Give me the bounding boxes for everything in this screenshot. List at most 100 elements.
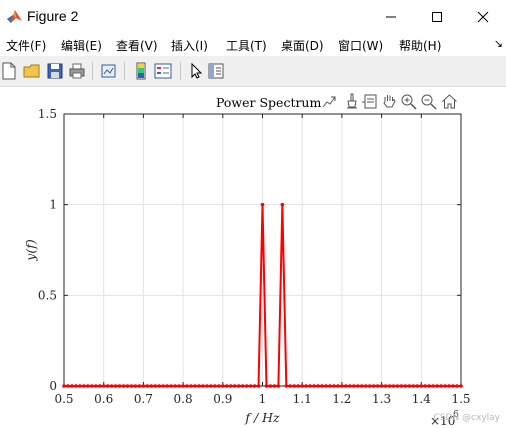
data-point <box>427 384 432 388</box>
data-point <box>129 384 134 388</box>
minimize-icon <box>386 16 396 17</box>
data-point <box>66 384 70 388</box>
print-icon[interactable] <box>68 62 86 80</box>
data-point <box>383 384 388 388</box>
colorbar-icon[interactable] <box>132 62 150 80</box>
data-point <box>133 384 138 388</box>
data-point <box>280 202 285 207</box>
save-icon[interactable] <box>46 62 64 80</box>
data-point <box>320 384 324 388</box>
x-tick-label: 1 <box>259 392 267 406</box>
menu-insert[interactable]: 插入(I) <box>171 37 208 54</box>
data-point <box>332 384 336 388</box>
matlab-logo-icon <box>7 10 22 23</box>
close-button[interactable] <box>460 0 506 33</box>
data-point <box>173 384 177 388</box>
data-point <box>205 384 209 388</box>
data-point <box>121 384 126 388</box>
data-point <box>145 384 150 388</box>
data-point <box>252 384 257 388</box>
data-point <box>74 384 78 388</box>
data-point <box>244 384 249 388</box>
data-point <box>407 384 412 388</box>
data-point <box>224 384 229 388</box>
data-point <box>62 384 66 388</box>
pointer-icon[interactable] <box>187 62 205 80</box>
minimize-button[interactable] <box>368 0 414 33</box>
new-figure-icon[interactable] <box>0 62 18 80</box>
data-point <box>93 384 98 388</box>
data-point <box>117 384 122 388</box>
data-point <box>455 384 459 388</box>
data-point <box>423 384 428 388</box>
data-point <box>348 384 352 388</box>
data-point <box>276 384 281 388</box>
data-point <box>165 384 170 388</box>
data-point <box>268 384 273 388</box>
menu-tools[interactable]: 工具(T) <box>226 37 267 54</box>
data-point <box>149 384 154 388</box>
menu-help[interactable]: 帮助(H) <box>399 37 441 54</box>
menu-bar: 文件(F) 编辑(E) 查看(V) 插入(I) 工具(T) 桌面(D) 窗口(W… <box>0 33 506 56</box>
x-tick-label: 0.8 <box>174 392 193 406</box>
data-point <box>379 384 384 388</box>
menu-window[interactable]: 窗口(W) <box>338 37 383 54</box>
figure-canvas: Power Spectrum 0.5 0.6 0.7 0.8 0.9 1 1.1 1.2 1.3… <box>0 87 506 428</box>
menu-edit[interactable]: 编辑(E) <box>61 37 102 54</box>
data-point <box>157 384 162 388</box>
x-tick-label: 1.3 <box>372 392 391 406</box>
property-inspector-icon[interactable] <box>207 62 225 80</box>
menu-file[interactable]: 文件(F) <box>6 37 46 54</box>
menu-view[interactable]: 查看(V) <box>116 37 158 54</box>
data-point <box>435 384 439 388</box>
maximize-button[interactable] <box>414 0 460 33</box>
x-tick-label: 1.2 <box>332 392 351 406</box>
x-tick-label: 0.6 <box>94 392 113 406</box>
x-axis-label: f / Hz <box>244 410 280 425</box>
menu-overflow-arrow[interactable]: ↘ <box>494 37 503 50</box>
data-point <box>236 384 241 388</box>
data-point <box>101 384 106 388</box>
data-point <box>399 384 404 388</box>
data-point <box>240 384 245 388</box>
legend-icon[interactable] <box>154 62 172 80</box>
data-point <box>177 384 181 388</box>
data-point <box>78 384 82 388</box>
data-point <box>403 384 408 388</box>
data-point <box>415 384 420 388</box>
data-point <box>181 384 185 388</box>
data-point <box>288 384 293 388</box>
data-point <box>316 384 320 388</box>
data-point <box>359 384 364 388</box>
data-point <box>439 384 443 388</box>
data-point <box>308 384 312 388</box>
data-point <box>217 384 221 388</box>
data-point <box>363 384 368 388</box>
maximize-icon <box>432 11 442 22</box>
data-point <box>89 384 94 388</box>
y-tick-label: 1 <box>49 198 57 212</box>
data-point <box>272 384 277 388</box>
data-point <box>109 384 114 388</box>
x-tick-label: 0.5 <box>54 392 73 406</box>
data-point <box>419 384 424 388</box>
data-point <box>86 384 90 388</box>
data-point <box>328 384 332 388</box>
toolbar-separator <box>92 62 93 80</box>
x-tick-label: 1.1 <box>293 392 312 406</box>
data-point <box>395 384 400 388</box>
data-point <box>209 384 213 388</box>
power-spectrum-chart: 0.5 0.6 0.7 0.8 0.9 1 1.1 1.2 1.3 1.4 1.500.511.5f… <box>23 107 471 428</box>
data-point <box>161 384 166 388</box>
data-point <box>355 384 360 388</box>
toolbar-separator <box>124 62 125 80</box>
data-point <box>284 384 289 388</box>
open-file-icon[interactable] <box>23 62 41 80</box>
y-tick-label: 0.5 <box>38 288 57 302</box>
data-point <box>340 384 344 388</box>
menu-desktop[interactable]: 桌面(D) <box>281 37 324 54</box>
data-point <box>391 384 396 388</box>
data-point <box>411 384 416 388</box>
data-point <box>443 384 447 388</box>
link-plot-icon[interactable] <box>100 62 118 80</box>
